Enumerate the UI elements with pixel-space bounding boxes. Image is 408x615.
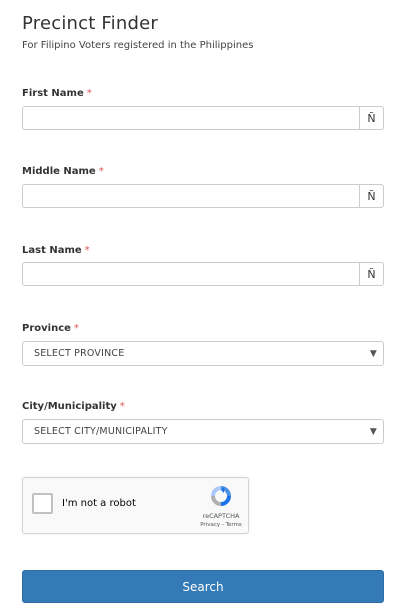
city-label: City/Municipality *: [22, 401, 125, 412]
city-label-text: City/Municipality: [22, 401, 117, 412]
recaptcha-widget: I'm not a robot reCAPTCHA Privacy - Term…: [22, 477, 249, 534]
first-name-label-text: First Name: [22, 88, 84, 99]
required-marker: *: [73, 323, 79, 334]
middle-name-label: Middle Name *: [22, 166, 104, 177]
page-title: Precinct Finder: [22, 13, 158, 34]
recaptcha-links: Privacy - Terms: [199, 522, 243, 528]
first-name-label: First Name *: [22, 88, 92, 99]
city-selected-value: SELECT CITY/MUNICIPALITY: [34, 426, 168, 437]
recaptcha-privacy-link[interactable]: Privacy: [200, 522, 220, 528]
last-name-input[interactable]: [22, 262, 359, 286]
search-button-label: Search: [182, 579, 224, 594]
middle-name-group: Ñ: [22, 184, 384, 208]
middle-name-input[interactable]: [22, 184, 359, 208]
recaptcha-checkbox[interactable]: [32, 493, 53, 514]
first-name-enye-button[interactable]: Ñ: [359, 106, 384, 130]
required-marker: *: [98, 166, 104, 177]
search-button[interactable]: Search: [22, 570, 384, 603]
page-subtitle: For Filipino Voters registered in the Ph…: [22, 40, 254, 51]
province-select[interactable]: SELECT PROVINCE ▼: [22, 341, 384, 366]
last-name-label-text: Last Name: [22, 245, 82, 256]
required-marker: *: [86, 88, 92, 99]
first-name-input[interactable]: [22, 106, 359, 130]
recaptcha-logo-icon: [211, 486, 231, 506]
last-name-group: Ñ: [22, 262, 384, 286]
first-name-group: Ñ: [22, 106, 384, 130]
middle-name-label-text: Middle Name: [22, 166, 96, 177]
city-select[interactable]: SELECT CITY/MUNICIPALITY ▼: [22, 419, 384, 444]
last-name-label: Last Name *: [22, 245, 90, 256]
province-label-text: Province: [22, 323, 71, 334]
recaptcha-terms-link[interactable]: Terms: [226, 522, 242, 528]
caret-down-icon: ▼: [369, 426, 377, 437]
required-marker: *: [84, 245, 90, 256]
middle-name-enye-button[interactable]: Ñ: [359, 184, 384, 208]
province-selected-value: SELECT PROVINCE: [34, 348, 125, 359]
recaptcha-label: I'm not a robot: [62, 498, 136, 509]
last-name-enye-button[interactable]: Ñ: [359, 262, 384, 286]
required-marker: *: [119, 401, 125, 412]
caret-down-icon: ▼: [369, 348, 377, 359]
recaptcha-brand: reCAPTCHA: [202, 512, 240, 520]
province-label: Province *: [22, 323, 79, 334]
